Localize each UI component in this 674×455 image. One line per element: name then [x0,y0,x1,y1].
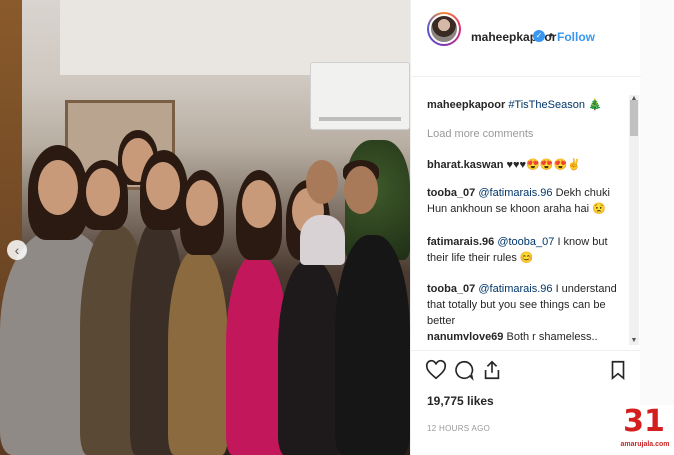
verified-badge-icon: ✓ [533,30,545,42]
caption-text[interactable]: #TisTheSeason 🎄 [508,99,601,111]
ac-vent [319,117,401,121]
comment-item: tooba_07 @fatimarais.96 Dekh chuki Hun a… [427,185,627,217]
watermark-logo: 31 [623,404,665,439]
comment-icon[interactable] [453,359,475,381]
prev-photo-button[interactable]: ‹ [7,240,27,260]
comment-item: bharat.kaswan ♥♥♥😍😍😍✌ [427,157,627,173]
post-actions-bar [411,350,641,390]
comments-scrollbar[interactable]: ▲ ▼ [629,95,639,345]
person [335,235,410,455]
comment-mention[interactable]: @fatimarais.96 [478,283,552,295]
face [186,180,218,226]
face [146,162,180,210]
amarujala-watermark: 31 amarujala.com [612,405,674,455]
follow-button[interactable]: Follow [557,30,595,44]
separator-dot: • [549,28,554,42]
person [278,260,343,455]
air-conditioner [310,62,410,130]
person [168,250,228,455]
face [38,160,78,215]
comment-username[interactable]: nanumvlove69 [427,331,503,343]
face [86,168,120,216]
post-header: maheepkapoor ✓ • Follow [411,0,641,77]
face [344,166,378,214]
comment-username[interactable]: tooba_07 [427,283,475,295]
face [242,180,276,228]
comments-list[interactable]: maheepkapoor #TisTheSeason 🎄 Load more c… [411,77,641,347]
caption-username[interactable]: maheepkapoor [427,99,505,111]
post-timestamp[interactable]: 12 HOURS AGO [427,424,490,433]
person [300,215,345,265]
comment-mention[interactable]: @tooba_07 [497,236,554,248]
heart-icon[interactable] [425,359,447,381]
comment-item: tooba_07 @fatimarais.96 I understand tha… [427,281,627,329]
face [306,160,338,204]
comment-item: nanumvlove69 Both r shameless.. mailaika [427,329,627,347]
bookmark-icon[interactable] [607,359,629,381]
caption: maheepkapoor #TisTheSeason 🎄 [427,97,627,113]
likes-count[interactable]: 19,775 likes [427,394,494,408]
share-icon[interactable] [481,359,503,381]
comment-item: fatimarais.96 @tooba_07 I know but their… [427,234,627,266]
comment-username[interactable]: tooba_07 [427,187,475,199]
post-side-panel: maheepkapoor ✓ • Follow maheepkapoor #Ti… [410,0,641,455]
scrollbar-thumb[interactable] [630,100,638,136]
post-photo[interactable]: ‹ [0,0,410,455]
scroll-down-arrow-icon[interactable]: ▼ [629,337,639,345]
comment-username[interactable]: bharat.kaswan [427,159,503,171]
comment-username[interactable]: fatimarais.96 [427,236,494,248]
avatar-story-ring[interactable] [427,12,461,46]
load-more-comments-link[interactable]: Load more comments [427,128,533,140]
comment-text: ♥♥♥😍😍😍✌ [506,159,581,171]
comment-mention[interactable]: @fatimarais.96 [478,187,552,199]
avatar[interactable] [429,14,459,44]
watermark-site: amarujala.com [620,441,670,448]
